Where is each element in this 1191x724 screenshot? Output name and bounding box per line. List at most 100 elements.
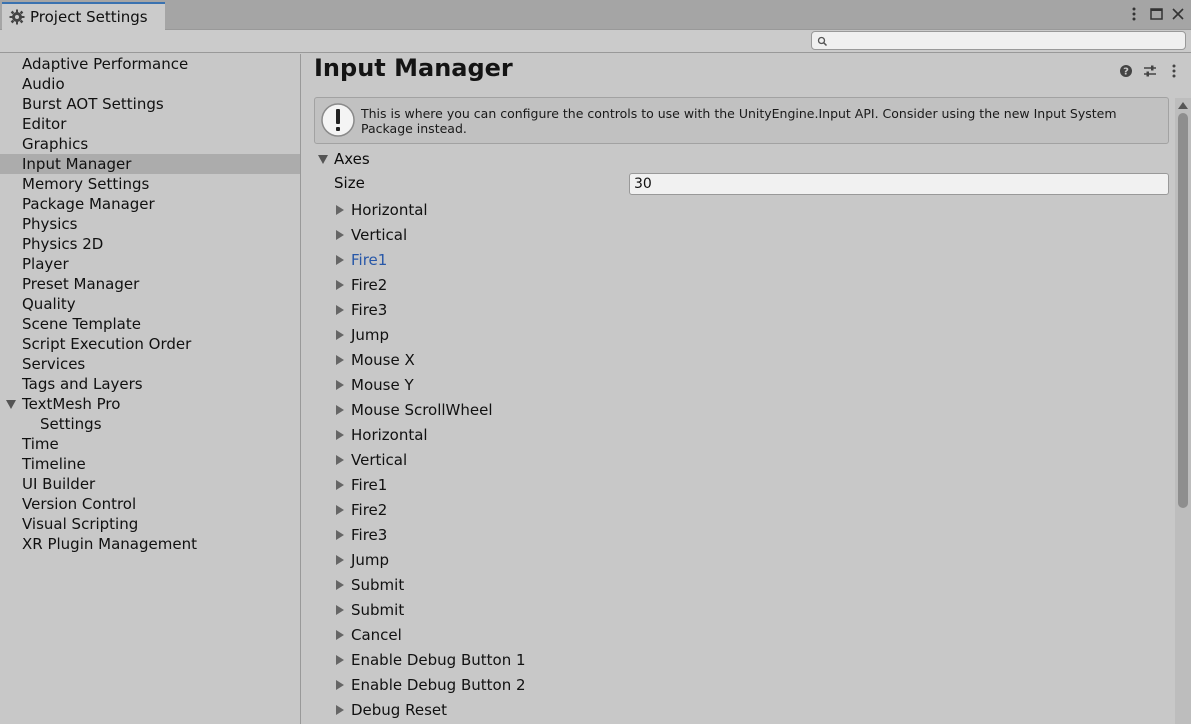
axis-label: Cancel [351,625,402,644]
axis-foldout[interactable]: Horizontal [336,197,1172,222]
help-icon[interactable]: ? [1119,64,1133,78]
sidebar-item[interactable]: Version Control [0,494,300,514]
vertical-scrollbar[interactable] [1175,98,1191,724]
close-icon[interactable] [1171,6,1185,22]
size-label: Size [334,174,365,192]
sidebar-item[interactable]: Input Manager [0,154,300,174]
sidebar-item[interactable]: Quality [0,294,300,314]
axis-foldout[interactable]: Enable Debug Button 2 [336,672,1172,697]
sidebar-item-label: Graphics [22,135,89,153]
sidebar-item-label: Script Execution Order [22,335,192,353]
sidebar-item[interactable]: Adaptive Performance [0,54,300,74]
collapsed-arrow-icon [336,204,344,215]
sidebar-item[interactable]: TextMesh Pro [0,394,300,414]
axis-foldout[interactable]: Submit [336,597,1172,622]
tab-title: Project Settings [30,8,148,26]
size-field[interactable] [629,173,1169,195]
axis-foldout[interactable]: Enable Debug Button 1 [336,647,1172,672]
axis-foldout[interactable]: Mouse Y [336,372,1172,397]
axis-foldout[interactable]: Fire2 [336,497,1172,522]
axes-foldout[interactable]: Axes [318,149,370,169]
sidebar-item-label: XR Plugin Management [22,535,197,553]
sidebar-item[interactable]: Graphics [0,134,300,154]
maximize-icon[interactable] [1149,6,1163,22]
axis-label: Horizontal [351,200,428,219]
sidebar-item[interactable]: Settings [0,414,300,434]
axis-label: Fire1 [351,250,388,269]
scrollbar-thumb[interactable] [1178,113,1188,508]
tab-project-settings[interactable]: Project Settings [2,2,165,30]
axis-label: Vertical [351,225,408,244]
axis-label: Enable Debug Button 1 [351,650,526,669]
axis-foldout[interactable]: Horizontal [336,422,1172,447]
axis-label: Fire2 [351,500,388,519]
axis-list: Horizontal Vertical Fire1 Fire2 Fire3 Jump Mou… [336,197,1172,722]
sidebar-item[interactable]: Player [0,254,300,274]
sidebar-item[interactable]: Time [0,434,300,454]
axis-foldout[interactable]: Mouse X [336,347,1172,372]
collapsed-arrow-icon [336,404,344,415]
collapsed-arrow-icon [336,379,344,390]
sidebar-item[interactable]: Script Execution Order [0,334,300,354]
axis-foldout[interactable]: Vertical [336,222,1172,247]
sidebar-item[interactable]: Visual Scripting [0,514,300,534]
collapsed-arrow-icon [336,454,344,465]
sidebar-item[interactable]: Timeline [0,454,300,474]
info-notice: This is where you can configure the cont… [314,97,1169,144]
sidebar-item[interactable]: Audio [0,74,300,94]
collapsed-arrow-icon [336,279,344,290]
sidebar-item[interactable]: Preset Manager [0,274,300,294]
sidebar-item-label: Quality [22,295,76,313]
axis-label: Mouse ScrollWheel [351,400,493,419]
sidebar-item[interactable]: Physics 2D [0,234,300,254]
axis-foldout[interactable]: Submit [336,572,1172,597]
window-controls [1127,6,1185,22]
sidebar-item[interactable]: Tags and Layers [0,374,300,394]
scroll-up-arrow-icon[interactable] [1178,102,1188,109]
axis-label: Enable Debug Button 2 [351,675,526,694]
sidebar-item[interactable]: Memory Settings [0,174,300,194]
settings-sidebar: Adaptive Performance Audio Burst AOT Setti… [0,54,301,724]
axis-foldout[interactable]: Mouse ScrollWheel [336,397,1172,422]
sidebar-item[interactable]: XR Plugin Management [0,534,300,554]
collapsed-arrow-icon [336,704,344,715]
axis-foldout[interactable]: Fire1 [336,472,1172,497]
axis-foldout[interactable]: Vertical [336,447,1172,472]
axis-foldout[interactable]: Jump [336,547,1172,572]
axis-foldout[interactable]: Fire2 [336,272,1172,297]
size-row: Size [334,173,1170,195]
sidebar-item-label: Physics [22,215,78,233]
sidebar-item-label: Version Control [22,495,137,513]
sidebar-item[interactable]: Editor [0,114,300,134]
axis-label: Fire1 [351,475,388,494]
expanded-arrow-icon[interactable] [6,400,16,409]
axis-foldout[interactable]: Fire3 [336,297,1172,322]
collapsed-arrow-icon [336,629,344,640]
sidebar-item[interactable]: Services [0,354,300,374]
sidebar-item-label: Timeline [22,455,86,473]
sidebar-item[interactable]: Scene Template [0,314,300,334]
axis-foldout[interactable]: Fire1 [336,247,1172,272]
svg-text:?: ? [1123,67,1129,78]
warning-icon [320,102,356,138]
search-field[interactable] [811,31,1186,50]
sidebar-item[interactable]: Physics [0,214,300,234]
axis-label: Debug Reset [351,700,447,719]
title-bar: Project Settings [0,0,1191,30]
axis-foldout[interactable]: Cancel [336,622,1172,647]
sidebar-item[interactable]: UI Builder [0,474,300,494]
sidebar-item-label: Input Manager [22,155,132,173]
sidebar-item[interactable]: Package Manager [0,194,300,214]
more-options-icon[interactable] [1167,64,1181,78]
main-panel: Input Manager ? This is where you can co… [302,54,1191,724]
preset-sliders-icon[interactable] [1143,64,1157,78]
axis-foldout[interactable]: Debug Reset [336,697,1172,722]
sidebar-item[interactable]: Burst AOT Settings [0,94,300,114]
collapsed-arrow-icon [336,604,344,615]
axis-label: Mouse X [351,350,415,369]
more-options-icon[interactable] [1127,6,1141,22]
axis-foldout[interactable]: Fire3 [336,522,1172,547]
sidebar-item-label: Scene Template [22,315,141,333]
collapsed-arrow-icon [336,529,344,540]
axis-foldout[interactable]: Jump [336,322,1172,347]
